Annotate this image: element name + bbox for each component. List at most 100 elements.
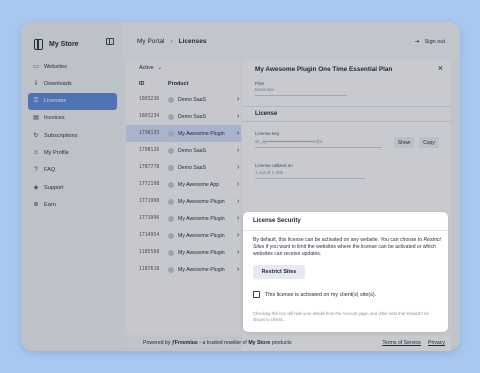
row-id: 1798126	[139, 148, 160, 153]
license-security-description: By default, this license can be activate…	[253, 237, 441, 258]
row-product: Demo SaaS	[178, 164, 206, 171]
client-site-hint: Checking this box will hide your details…	[253, 311, 429, 322]
license-security-card: License Security By default, this licens…	[243, 212, 448, 332]
brand-name: My Store	[49, 40, 79, 48]
sidebar-item-support[interactable]: ◈ Support	[28, 179, 117, 196]
desc-before: By default, this license can be activate…	[253, 237, 424, 243]
licenses-list: Active ⌄ ID Product 1803236 Demo SaaS › 180…	[126, 60, 241, 335]
utilized-field: 1 out of 1 Site	[255, 170, 365, 179]
product-icon	[168, 130, 174, 137]
plan-label: Plan	[255, 81, 265, 86]
restrict-sites-button[interactable]: Restrict Sites	[253, 265, 305, 279]
sidebar-item-label: Downloads	[44, 80, 72, 87]
support-icon: ◈	[33, 184, 39, 191]
table-row[interactable]: 1185568 My Awesome Plugin ›	[126, 244, 241, 261]
table-row[interactable]: 1798133 My Awesome Plugin ›	[126, 125, 241, 142]
chevron-right-icon: ›	[237, 96, 240, 103]
table-row[interactable]: 1771998 My Awesome Plugin ›	[126, 193, 241, 210]
sidebar-item-my-profile[interactable]: ☺ My Profile	[28, 144, 117, 161]
download-icon: ⇩	[33, 80, 39, 87]
table-row[interactable]: 1798126 Demo SaaS ›	[126, 142, 241, 159]
list-rows: 1803236 Demo SaaS › 1803234 Demo SaaS › 179813…	[126, 91, 241, 278]
row-id: 1803234	[139, 114, 160, 119]
top-header: My Portal › Licenses ⇥ Sign out	[122, 22, 460, 60]
monitor-icon: ▭	[33, 63, 39, 70]
row-id: 1185568	[139, 250, 160, 255]
collapse-sidebar-icon[interactable]	[106, 38, 114, 45]
product-icon	[168, 113, 174, 120]
status-filter-value: Active	[139, 65, 154, 71]
sidebar-item-label: Invoices	[44, 115, 65, 122]
row-product: My Awesome Plugin	[178, 215, 225, 222]
panel-title: My Awesome Plugin One Time Essential Pla…	[255, 66, 393, 73]
product-icon	[168, 232, 174, 239]
product-icon	[168, 164, 174, 171]
sidebar-item-label: FAQ	[44, 167, 56, 174]
column-header-product: Product	[168, 80, 189, 87]
row-id: 1787778	[139, 165, 160, 170]
help-icon: ?	[34, 167, 38, 174]
terms-link[interactable]: Terms of Service	[382, 340, 421, 346]
chevron-right-icon: ›	[237, 232, 240, 239]
sign-out-button[interactable]: ⇥ Sign out	[415, 39, 445, 45]
row-id: 1771996	[139, 216, 160, 221]
breadcrumb-separator-icon: ›	[170, 38, 173, 45]
column-header-id: ID	[139, 80, 145, 87]
row-product: My Awesome App	[178, 181, 220, 188]
table-row[interactable]: 1187618 My Awesome Plugin ›	[126, 261, 241, 278]
table-row[interactable]: 1771996 My Awesome Plugin ›	[126, 210, 241, 227]
sidebar-item-faq[interactable]: ? FAQ	[28, 162, 117, 179]
desc-after: if you want to limit the websites where …	[253, 244, 436, 257]
table-row[interactable]: 1714954 My Awesome Plugin ›	[126, 227, 241, 244]
sidebar-item-subscriptions[interactable]: ↻ Subscriptions	[28, 127, 117, 144]
chevron-right-icon: ›	[237, 113, 240, 120]
receipt-icon: ▤	[33, 115, 39, 122]
plan-field: Essential	[255, 87, 347, 96]
show-key-button[interactable]: Show	[394, 137, 414, 148]
product-icon	[168, 147, 174, 154]
checkbox-box[interactable]	[253, 291, 260, 298]
sidebar-item-label: My Profile	[44, 149, 69, 156]
row-id: 1803236	[139, 97, 160, 102]
table-row[interactable]: 1772198 My Awesome App ›	[126, 176, 241, 193]
privacy-link[interactable]: Privacy	[428, 340, 445, 346]
sidebar-item-label: Licenses	[44, 98, 67, 105]
breadcrumb-root[interactable]: My Portal	[137, 38, 164, 45]
row-product: My Awesome Plugin	[178, 130, 225, 137]
sidebar-item-label: Support	[44, 184, 64, 191]
sidebar: My Store ▭ Websites ⇩ Downloads ⚿ Licenses ▤ In…	[21, 22, 122, 351]
client-site-checkbox[interactable]: This license is activated on my client(s…	[253, 291, 376, 298]
product-icon	[168, 198, 174, 205]
product-icon	[168, 215, 174, 222]
footer-products: products	[271, 340, 292, 346]
row-id: 1798133	[139, 131, 160, 136]
sidebar-nav: ▭ Websites ⇩ Downloads ⚿ Licenses ▤ Invoices ↻ Su…	[28, 58, 117, 214]
sidebar-item-downloads[interactable]: ⇩ Downloads	[28, 75, 117, 92]
row-id: 1772198	[139, 182, 160, 187]
refresh-icon: ↻	[33, 132, 39, 139]
footer: Powered by ƒFreemius - a trusted reselle…	[122, 335, 460, 351]
sidebar-item-invoices[interactable]: ▤ Invoices	[28, 110, 117, 127]
sidebar-item-label: Websites	[44, 63, 67, 70]
freemius-name[interactable]: Freemius	[175, 340, 198, 346]
license-key-field[interactable]: sk_a(•••••••••••••••••••••••••••••e@s	[255, 139, 382, 148]
client-site-label: This license is activated on my client(s…	[265, 291, 377, 298]
copy-key-button[interactable]: Copy	[419, 137, 439, 148]
close-icon[interactable]: ×	[438, 63, 443, 73]
table-row[interactable]: 1803234 Demo SaaS ›	[126, 108, 241, 125]
status-filter[interactable]: Active ⌄	[126, 60, 241, 76]
table-row[interactable]: 1787778 Demo SaaS ›	[126, 159, 241, 176]
row-product: My Awesome Plugin	[178, 198, 225, 205]
chevron-right-icon: ›	[237, 181, 240, 188]
row-product: My Awesome Plugin	[178, 249, 225, 256]
chevron-right-icon: ›	[237, 164, 240, 171]
table-row[interactable]: 1803236 Demo SaaS ›	[126, 91, 241, 108]
product-icon	[168, 249, 174, 256]
chevron-right-icon: ›	[237, 215, 240, 222]
row-product: My Awesome Plugin	[178, 266, 225, 273]
row-product: Demo SaaS	[178, 113, 206, 120]
sidebar-item-websites[interactable]: ▭ Websites	[28, 58, 117, 75]
sidebar-item-earn[interactable]: ⊛ Earn	[28, 196, 117, 213]
sidebar-item-licenses[interactable]: ⚿ Licenses	[28, 92, 117, 110]
product-icon	[168, 96, 174, 103]
